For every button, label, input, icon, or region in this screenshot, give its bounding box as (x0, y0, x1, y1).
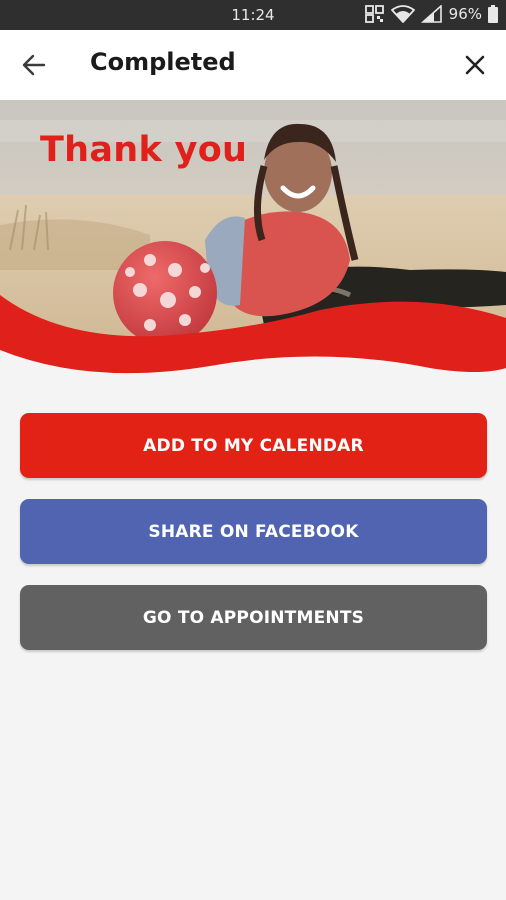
back-button[interactable] (18, 50, 50, 80)
status-bar: 11:24 96% (0, 0, 506, 30)
battery-icon (488, 5, 498, 23)
hero-banner: Thank you (0, 100, 506, 385)
go-to-appointments-button[interactable]: GO TO APPOINTMENTS (20, 585, 487, 650)
add-to-calendar-button[interactable]: ADD TO MY CALENDAR (20, 413, 487, 478)
battery-percent: 96% (448, 5, 482, 23)
close-icon (465, 55, 485, 75)
nfc-icon (364, 5, 384, 23)
status-icons: 96% (364, 5, 498, 23)
signal-icon (420, 5, 442, 23)
wifi-icon (390, 5, 415, 23)
hero-headline: Thank you (40, 130, 248, 170)
arrow-left-icon (22, 54, 46, 76)
page-title: Completed (90, 48, 236, 76)
app-bar: Completed (0, 30, 506, 101)
share-facebook-button[interactable]: SHARE ON FACEBOOK (20, 499, 487, 564)
close-button[interactable] (460, 50, 490, 80)
